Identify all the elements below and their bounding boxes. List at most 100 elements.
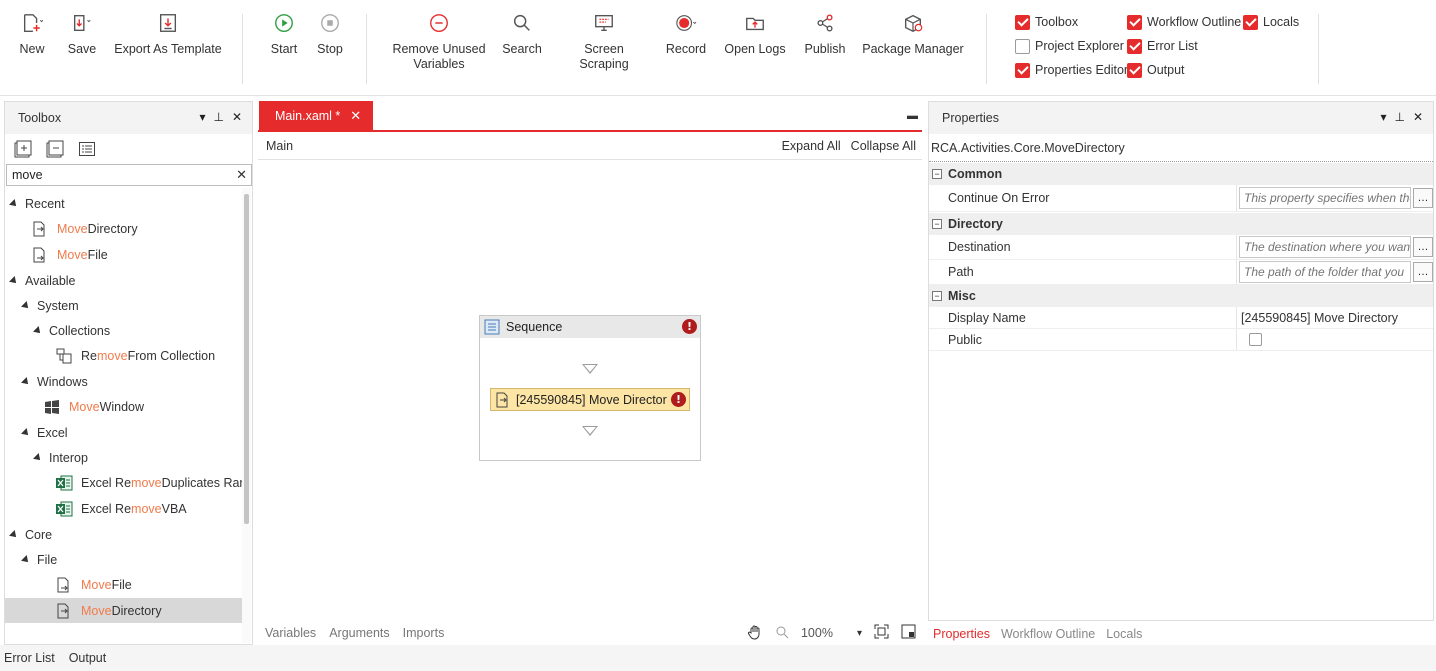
toggle-locals[interactable]: Locals xyxy=(1243,13,1299,31)
ellipsis-button[interactable]: … xyxy=(1413,262,1433,282)
collapse-icon[interactable]: − xyxy=(932,169,942,179)
package-manager-button[interactable]: Package Manager xyxy=(862,10,964,57)
scrollbar-thumb[interactable] xyxy=(244,194,249,524)
screen-scraping-button[interactable]: Screen Scraping xyxy=(558,10,650,72)
zoom-level[interactable]: 100% xyxy=(801,626,833,640)
pin-icon[interactable]: ⊥ xyxy=(213,110,223,124)
toolbox-search-input[interactable] xyxy=(7,165,227,185)
property-public: Public xyxy=(929,329,1433,351)
tree-node-collections[interactable]: Collections xyxy=(5,318,242,343)
remove-unused-variables-button[interactable]: Remove Unused Variables xyxy=(392,10,486,72)
stop-button[interactable]: Stop xyxy=(312,10,348,57)
toggle-output-label: Output xyxy=(1147,63,1185,77)
sequence-activity[interactable]: Sequence ! [245590845] Move Director ! xyxy=(479,315,701,461)
close-tab-icon[interactable]: ✕ xyxy=(350,108,361,124)
breadcrumb-main[interactable]: Main xyxy=(266,139,293,153)
tab-properties[interactable]: Properties xyxy=(933,627,990,641)
toolbox-search[interactable]: ✕ xyxy=(6,164,252,186)
toggle-workflow-outline[interactable]: Workflow Outline xyxy=(1127,13,1241,31)
drop-target-icon[interactable] xyxy=(582,364,598,374)
toggle-toolbox-label: Toolbox xyxy=(1035,15,1079,29)
clear-search-icon[interactable]: ✕ xyxy=(236,167,247,183)
category-common[interactable]: − Common xyxy=(929,163,1433,185)
toggle-properties-editor[interactable]: Properties Editor xyxy=(1015,61,1128,79)
expand-all-link[interactable]: Expand All xyxy=(782,139,841,153)
tree-node-label: File xyxy=(37,552,58,567)
zoom-icon[interactable] xyxy=(775,625,789,642)
tab-main-xaml[interactable]: Main.xaml * ✕ xyxy=(259,101,373,131)
tree-item-move-window[interactable]: Move Window xyxy=(5,394,242,419)
toggle-error-list[interactable]: Error List xyxy=(1127,37,1198,55)
start-button[interactable]: Start xyxy=(266,10,302,57)
new-button[interactable]: New xyxy=(12,10,52,57)
tree-item-core-move-directory[interactable]: Move Directory xyxy=(5,598,242,623)
open-logs-button[interactable]: Open Logs xyxy=(722,10,788,57)
drop-target-icon[interactable] xyxy=(582,426,598,436)
tree-node-interop[interactable]: Interop xyxy=(5,445,242,470)
pin-icon[interactable]: ⊥ xyxy=(1394,110,1404,124)
close-icon[interactable]: ✕ xyxy=(232,110,242,124)
record-button[interactable]: Record xyxy=(664,10,708,57)
tab-arguments[interactable]: Arguments xyxy=(329,626,389,640)
search-button[interactable]: Search xyxy=(500,10,544,57)
tab-locals[interactable]: Locals xyxy=(1106,627,1142,641)
overview-icon[interactable] xyxy=(901,624,916,642)
fit-to-screen-icon[interactable] xyxy=(874,624,889,642)
tree-node-windows[interactable]: Windows xyxy=(5,369,242,394)
category-misc[interactable]: − Misc xyxy=(929,285,1433,307)
public-checkbox[interactable] xyxy=(1249,333,1262,346)
tab-variables[interactable]: Variables xyxy=(265,626,316,640)
tab-overflow-icon[interactable]: ▬ xyxy=(907,110,918,122)
move-directory-activity[interactable]: [245590845] Move Director ! xyxy=(490,388,690,411)
tree-node-available[interactable]: Available xyxy=(5,268,242,293)
tree-item-excel-remove-duplicates[interactable]: Excel Remove Duplicates Range xyxy=(5,470,242,495)
close-icon[interactable]: ✕ xyxy=(1413,110,1423,124)
collapse-all-icon[interactable] xyxy=(45,139,65,159)
path-input[interactable] xyxy=(1239,261,1411,283)
continue-on-error-input[interactable] xyxy=(1239,187,1411,209)
collapse-icon[interactable]: − xyxy=(932,219,942,229)
export-as-template-button[interactable]: Export As Template xyxy=(112,10,224,57)
tree-node-label: Collections xyxy=(49,323,111,338)
properties-header: Properties ▾ ⊥ ✕ xyxy=(929,102,1433,134)
tab-error-list[interactable]: Error List xyxy=(4,651,55,665)
list-view-icon[interactable] xyxy=(77,139,97,159)
toggle-project-explorer[interactable]: Project Explorer xyxy=(1015,37,1124,55)
dropdown-icon[interactable]: ▾ xyxy=(1380,110,1386,124)
save-button[interactable]: Save xyxy=(62,10,102,57)
collapse-all-link[interactable]: Collapse All xyxy=(851,139,916,153)
toggle-output[interactable]: Output xyxy=(1127,61,1185,79)
stop-icon xyxy=(312,10,348,36)
collection-icon xyxy=(55,347,73,365)
tab-output[interactable]: Output xyxy=(69,651,107,665)
tree-item-core-move-file[interactable]: Move File xyxy=(5,572,242,597)
tree-node-file[interactable]: File xyxy=(5,547,242,572)
tree-item-recent-move-directory[interactable]: Move Directory xyxy=(5,216,242,241)
category-label: Misc xyxy=(948,289,976,303)
toggle-toolbox[interactable]: Toolbox xyxy=(1015,13,1078,31)
tree-item-excel-remove-vba[interactable]: Excel Re move VBA xyxy=(5,496,242,521)
tree-node-recent[interactable]: Recent xyxy=(5,191,242,216)
collapse-icon[interactable]: − xyxy=(932,291,942,301)
ribbon-separator xyxy=(986,14,987,84)
remove-unused-label-1: Remove Unused xyxy=(392,42,486,56)
pan-hand-icon[interactable] xyxy=(747,624,763,643)
ellipsis-button[interactable]: … xyxy=(1413,188,1433,208)
dropdown-icon[interactable]: ▾ xyxy=(199,110,205,124)
toolbox-scrollbar[interactable] xyxy=(242,188,251,643)
expand-all-icon[interactable] xyxy=(13,139,33,159)
tab-imports[interactable]: Imports xyxy=(403,626,445,640)
tree-node-system[interactable]: System xyxy=(5,293,242,318)
tree-item-recent-move-file[interactable]: Move File xyxy=(5,242,242,267)
tab-workflow-outline[interactable]: Workflow Outline xyxy=(1001,627,1095,641)
category-directory[interactable]: − Directory xyxy=(929,213,1433,235)
zoom-dropdown-icon[interactable]: ▾ xyxy=(857,628,862,639)
display-name-value[interactable]: [245590845] Move Directory xyxy=(1237,307,1433,328)
ellipsis-button[interactable]: … xyxy=(1413,237,1433,257)
item-text: Directory xyxy=(111,603,162,618)
publish-button[interactable]: Publish xyxy=(802,10,848,57)
tree-node-core[interactable]: Core xyxy=(5,522,242,547)
destination-input[interactable] xyxy=(1239,236,1411,258)
tree-item-remove-from-collection[interactable]: Re move From Collection xyxy=(5,343,242,368)
tree-node-excel[interactable]: Excel xyxy=(5,420,242,445)
